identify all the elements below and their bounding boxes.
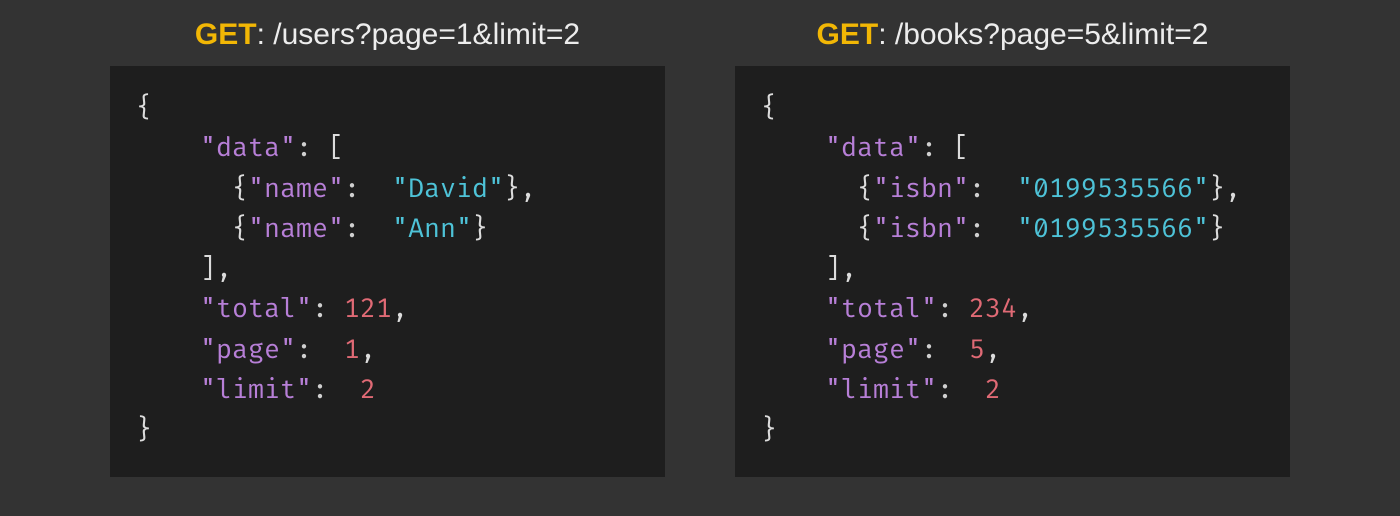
http-method: GET bbox=[195, 18, 257, 51]
http-method: GET bbox=[817, 18, 879, 51]
response-body: { "data": [ {"name": "David"}, {"name": … bbox=[110, 66, 665, 477]
request-path: /books?page=5&limit=2 bbox=[895, 18, 1209, 51]
example-right: GET: /books?page=5&limit=2 { "data": [ {… bbox=[735, 18, 1290, 477]
response-body: { "data": [ {"isbn": "0199535566"}, {"is… bbox=[735, 66, 1290, 477]
request-line: GET: /users?page=1&limit=2 bbox=[195, 18, 580, 52]
request-path: /users?page=1&limit=2 bbox=[273, 18, 580, 51]
request-line: GET: /books?page=5&limit=2 bbox=[817, 18, 1209, 52]
example-left: GET: /users?page=1&limit=2 { "data": [ {… bbox=[110, 18, 665, 477]
